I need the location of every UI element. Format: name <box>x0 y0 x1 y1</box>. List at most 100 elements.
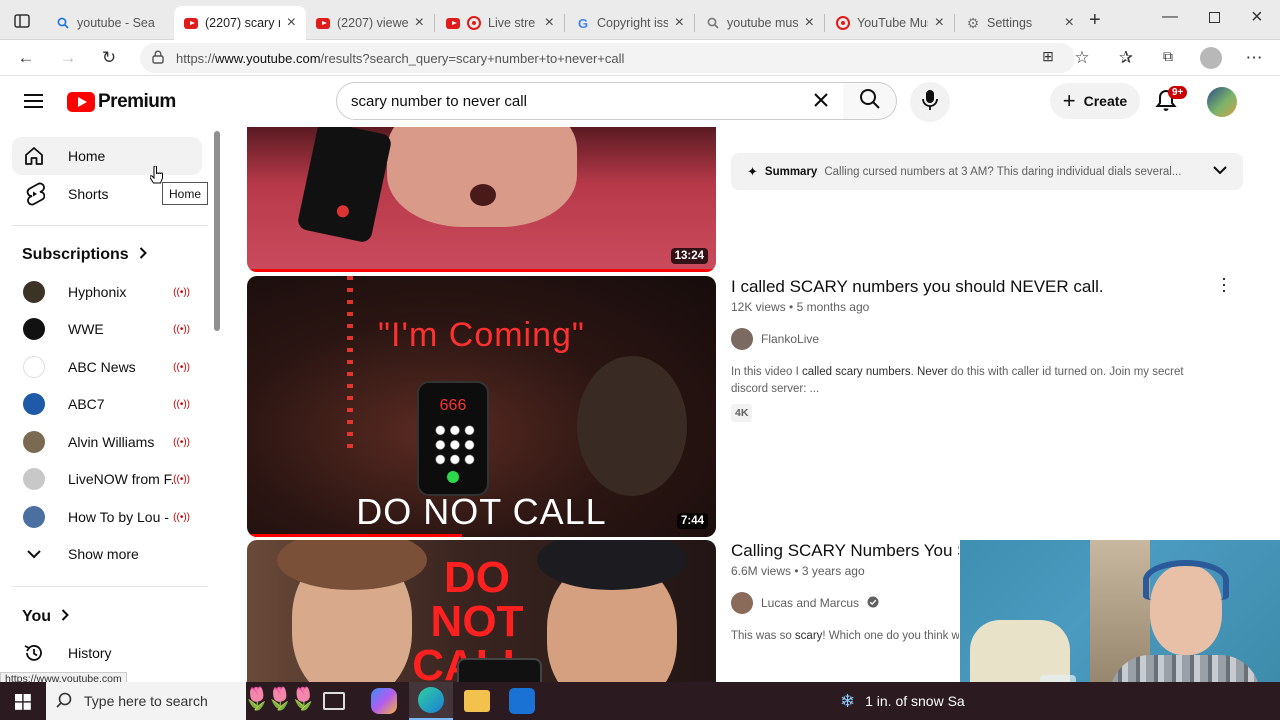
app-available-icon[interactable]: ⊞ <box>1038 48 1058 65</box>
profile-icon[interactable] <box>1200 47 1222 69</box>
search-button[interactable] <box>843 82 897 120</box>
subscription-item[interactable]: ABC7 ((•)) <box>12 386 202 422</box>
url-host: www.youtube.com <box>215 50 321 66</box>
subscriptions-heading[interactable]: Subscriptions <box>22 246 147 264</box>
subscription-item[interactable]: How To by Lou - ... ((•)) <box>12 499 202 535</box>
sidebar-item-history[interactable]: History <box>12 635 202 671</box>
show-more-button[interactable]: Show more <box>12 536 202 572</box>
subscription-item[interactable]: Hyphonix ((•)) <box>12 274 202 310</box>
search-icon <box>56 692 72 711</box>
tab-youtube-music-search[interactable]: youtube mus × <box>696 6 824 40</box>
thumbnail-phone: 666 <box>417 381 489 496</box>
you-heading[interactable]: You <box>22 608 69 626</box>
youtube-premium-logo[interactable]: Premium <box>67 91 176 113</box>
sidebar-scrollbar[interactable] <box>214 131 220 331</box>
more-options-icon[interactable]: · · · <box>1214 269 1234 299</box>
weather-widget[interactable]: ❄ 1 in. of snow Sa <box>840 682 965 720</box>
file-explorer-icon[interactable] <box>464 690 490 712</box>
close-tab-icon[interactable]: × <box>805 14 814 32</box>
channel-avatar <box>23 431 45 453</box>
channel-avatar <box>731 592 753 614</box>
video-thumbnail[interactable]: DO NOTCALL. <box>247 540 716 682</box>
chevron-down-icon[interactable] <box>1213 166 1227 178</box>
minimize-icon[interactable]: — <box>1162 8 1178 26</box>
close-tab-icon[interactable]: × <box>287 14 296 32</box>
address-bar[interactable]: https://www.youtube.com/results?search_q… <box>140 43 1075 73</box>
search-input[interactable]: scary number to never call <box>336 82 844 120</box>
video-title[interactable]: Calling SCARY Numbers You Sh <box>731 541 959 561</box>
subscription-item[interactable]: LiveNOW from F... ((•)) <box>12 461 202 497</box>
microphone-icon <box>922 89 938 116</box>
tab-live-stream[interactable]: Live stre × <box>436 6 564 40</box>
url-prefix: https:// <box>176 50 216 66</box>
more-menu-icon[interactable]: ⋯ <box>1244 48 1264 68</box>
tab-settings[interactable]: ⚙ Settings × <box>956 6 1084 40</box>
refresh-icon[interactable]: ↻ <box>99 48 119 68</box>
tab-viewer[interactable]: (2207) viewer × <box>306 6 434 40</box>
snowflake-icon: ❄ <box>840 690 856 711</box>
chevron-right-icon <box>61 608 69 626</box>
thumbnail-top-text: "I'm Coming" <box>377 316 585 354</box>
task-view-icon[interactable] <box>323 692 345 710</box>
tab-actions-icon[interactable] <box>14 14 30 33</box>
close-tab-icon[interactable]: × <box>415 14 424 32</box>
account-avatar[interactable] <box>1207 87 1237 117</box>
live-indicator-icon: ((•)) <box>173 323 190 335</box>
channel-avatar <box>23 506 45 528</box>
close-tab-icon[interactable]: × <box>1065 14 1074 32</box>
live-indicator-icon: ((•)) <box>173 286 190 298</box>
close-tab-icon[interactable]: × <box>935 14 944 32</box>
close-window-icon[interactable]: × <box>1251 6 1263 29</box>
outlook-icon[interactable] <box>509 688 535 714</box>
favorite-star-icon[interactable]: ☆ <box>1072 48 1092 68</box>
create-button[interactable]: + Create <box>1050 83 1140 119</box>
subscription-item[interactable]: WWE ((•)) <box>12 311 202 347</box>
shorts-icon <box>22 182 46 206</box>
ai-summary-bar[interactable]: ✦ Summary Calling cursed numbers at 3 AM… <box>731 153 1243 190</box>
voice-search-button[interactable] <box>910 82 950 122</box>
thumbnail-led-strip <box>347 276 353 456</box>
channel-link[interactable]: FlankoLive <box>731 328 819 350</box>
edge-taskbar-button[interactable] <box>409 682 453 720</box>
video-title[interactable]: I called SCARY numbers you should NEVER … <box>731 277 1211 297</box>
collections-icon[interactable]: ⧉ <box>1158 48 1178 65</box>
tab-youtube-music[interactable]: YouTube Mus × <box>826 6 954 40</box>
tab-copyright[interactable]: G Copyright iss × <box>566 6 694 40</box>
taskbar-search-input[interactable]: Type here to search <box>46 682 246 720</box>
edge-icon <box>418 687 444 713</box>
video-duration: 7:44 <box>676 513 708 529</box>
clear-search-icon[interactable] <box>813 92 829 112</box>
video-description: This was so scary! Which one do you thin… <box>731 630 959 642</box>
close-tab-icon[interactable]: × <box>675 14 684 32</box>
live-indicator-icon: ((•)) <box>173 398 190 410</box>
youtube-logo-icon <box>67 92 95 112</box>
favorites-icon[interactable]: ✰ <box>1116 48 1136 68</box>
channel-avatar <box>23 393 45 415</box>
sidebar-item-home[interactable]: Home <box>12 137 202 175</box>
youtube-icon <box>184 16 198 30</box>
back-icon[interactable]: ← <box>16 48 36 68</box>
maximize-icon[interactable] <box>1209 12 1220 23</box>
copilot-icon[interactable] <box>371 688 397 714</box>
tab-scary-number[interactable]: (2207) scary n × <box>174 6 306 40</box>
sparkle-icon: ✦ <box>747 163 758 179</box>
live-indicator-icon: ((•)) <box>173 436 190 448</box>
channel-link[interactable]: Lucas and Marcus <box>731 592 879 614</box>
video-thumbnail[interactable]: "I'm Coming" 666 DO NOT CALL 7:44 <box>247 276 716 537</box>
subscription-item[interactable]: ABC News ((•)) <box>12 349 202 385</box>
watch-progress-bar <box>247 534 462 537</box>
thumbnail-bottom-text: DO NOT CALL <box>356 491 607 532</box>
new-tab-icon[interactable]: + <box>1089 9 1101 32</box>
close-tab-icon[interactable]: × <box>545 14 554 32</box>
hamburger-menu-icon[interactable] <box>24 93 44 114</box>
video-thumbnail[interactable]: 13:24 <box>247 127 716 272</box>
thumbnail-phone <box>457 658 542 682</box>
tab-youtube-search[interactable]: youtube - Sea <box>46 6 172 40</box>
home-icon <box>22 145 46 167</box>
channel-avatar <box>731 328 753 350</box>
notification-count-badge: 9+ <box>1168 86 1188 99</box>
windows-start-icon[interactable] <box>15 694 31 715</box>
subscription-item[interactable]: Alvin Williams ((•)) <box>12 424 202 460</box>
forward-icon[interactable]: → <box>58 48 78 68</box>
youtube-icon <box>316 16 330 30</box>
